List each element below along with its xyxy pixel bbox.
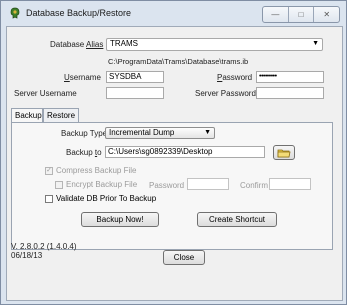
encrypt-password-label: Password	[149, 181, 185, 190]
version-text: V. 2.8.0.2 (1.4.0.4)	[11, 242, 77, 251]
minimize-button[interactable]: —	[263, 7, 289, 22]
app-icon	[10, 7, 20, 19]
encrypt-label: Encrypt Backup File	[66, 180, 138, 189]
create-shortcut-button[interactable]: Create Shortcut	[197, 212, 277, 227]
backup-destination-field[interactable]: C:\Users\sg0892339\Desktop	[105, 146, 265, 158]
backup-type-select[interactable]: Incremental Dump ▼	[105, 127, 215, 139]
chevron-down-icon: ▼	[204, 129, 211, 136]
encrypt-backup-checkbox[interactable]: Encrypt Backup File	[55, 180, 137, 189]
server-password-label: Server Password	[195, 89, 256, 98]
alias-value: TRAMS	[110, 39, 138, 48]
username-field[interactable]: SYSDBA	[106, 71, 164, 83]
folder-icon	[277, 149, 291, 157]
backup-type-label: Backup Type	[61, 129, 108, 138]
backup-restore-window: Database Backup/Restore — □ ✕ Database A…	[0, 0, 347, 305]
close-window-button[interactable]: ✕	[314, 7, 339, 22]
version-info: V. 2.8.0.2 (1.4.0.4) 06/18/13	[11, 242, 77, 260]
validate-label: Validate DB Prior To Backup	[56, 194, 157, 203]
server-username-field[interactable]	[106, 87, 164, 99]
validate-db-checkbox[interactable]: Validate DB Prior To Backup	[45, 194, 156, 203]
close-button[interactable]: Close	[163, 250, 205, 265]
username-label: Username	[64, 73, 101, 82]
close-icon: ✕	[323, 10, 331, 19]
server-password-field[interactable]	[256, 87, 324, 99]
backup-type-value: Incremental Dump	[109, 128, 175, 137]
database-alias-label: Database Alias	[50, 40, 103, 49]
dialog-body: Database Alias TRAMS ▼ C:\ProgramData\Tr…	[6, 26, 343, 301]
username-label-rest: sername	[69, 73, 101, 82]
minimize-icon: —	[271, 10, 280, 19]
chevron-down-icon: ▼	[312, 40, 319, 47]
tab-restore[interactable]: Restore	[43, 108, 79, 122]
checkbox-box	[45, 194, 53, 203]
encrypt-confirm-field[interactable]	[269, 178, 311, 190]
alias-label-pre: Database	[50, 40, 87, 49]
build-date: 06/18/13	[11, 251, 43, 260]
tab-backup[interactable]: Backup	[11, 108, 43, 123]
encrypt-confirm-label: Confirm	[240, 181, 269, 190]
maximize-button[interactable]: □	[289, 7, 315, 22]
backup-now-button[interactable]: Backup Now!	[81, 212, 159, 227]
compress-label: Compress Backup File	[56, 166, 137, 175]
window-controls: — □ ✕	[262, 6, 340, 23]
password-field[interactable]: •••••••••	[256, 71, 324, 83]
title-bar[interactable]: Database Backup/Restore — □ ✕	[1, 1, 346, 25]
alias-label-accel: Alias	[86, 40, 104, 49]
database-path: C:\ProgramData\Trams\Database\trams.ib	[108, 57, 249, 66]
window-title: Database Backup/Restore	[26, 8, 132, 18]
server-username-label: Server Username	[14, 89, 77, 98]
compress-backup-checkbox[interactable]: ✓ Compress Backup File	[45, 166, 136, 175]
backup-to-label: Backup to	[66, 148, 102, 157]
browse-folder-button[interactable]	[273, 145, 295, 160]
check-icon: ✓	[45, 166, 53, 175]
database-alias-select[interactable]: TRAMS ▼	[106, 38, 323, 51]
password-label: Password	[217, 73, 252, 82]
checkbox-box	[55, 180, 63, 189]
backup-to-label-pre: Backup	[66, 148, 95, 157]
maximize-icon: □	[298, 10, 304, 19]
password-label-rest: assword	[222, 73, 253, 82]
encrypt-password-field[interactable]	[187, 178, 229, 190]
backup-to-label-post: o	[97, 148, 102, 157]
